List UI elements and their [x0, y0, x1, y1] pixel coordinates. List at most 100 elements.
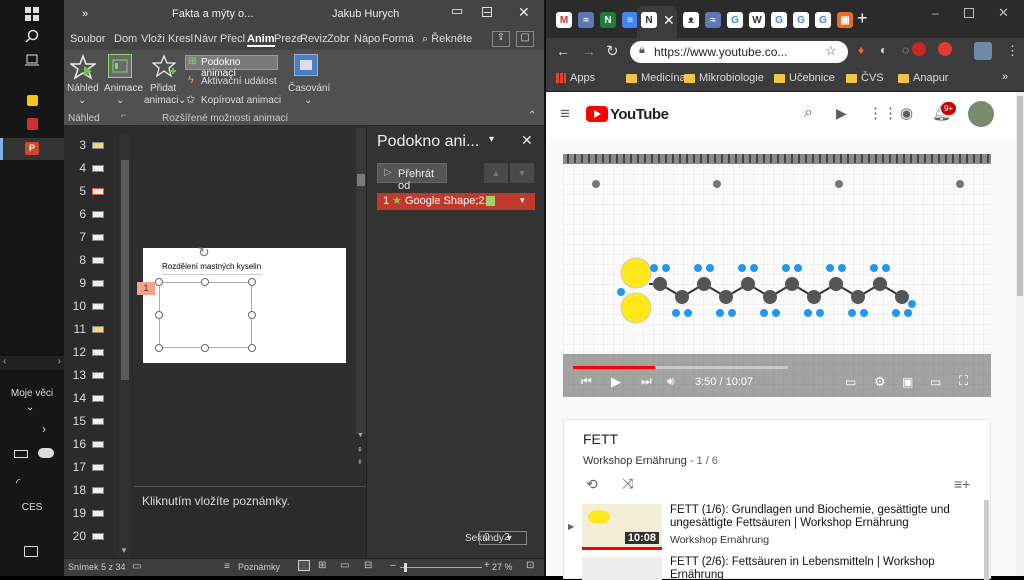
spellcheck-icon[interactable]: ▭	[132, 561, 141, 572]
chevron-right-icon[interactable]: ›	[42, 422, 46, 436]
slide-number[interactable]: 10	[68, 299, 86, 313]
fit-slide-icon[interactable]: ⊡	[526, 560, 534, 571]
close-tab-icon[interactable]: ✕	[663, 12, 675, 29]
timing-icon[interactable]	[294, 54, 318, 76]
animation-gallery-label[interactable]: Animace	[104, 83, 143, 94]
next-icon[interactable]: ⏭︎	[641, 374, 652, 389]
tab-navrh[interactable]: Návr	[194, 33, 217, 45]
move-up-icon[interactable]: ▲	[484, 163, 508, 183]
rotate-handle-icon[interactable]: ↻	[198, 244, 210, 261]
settings-gear-icon[interactable]: ⚙︎	[874, 374, 886, 390]
more-bookmarks-icon[interactable]: »	[1002, 71, 1008, 83]
timing-button-label[interactable]: Časování	[288, 83, 330, 94]
close-icon[interactable]: ✕	[518, 4, 530, 21]
slide-number[interactable]: 6	[68, 207, 86, 221]
slide-thumbnail[interactable]	[92, 188, 104, 195]
slide-thumbnail[interactable]	[92, 441, 104, 448]
zoom-out-icon[interactable]: –	[390, 560, 396, 571]
youtube-logo-icon[interactable]	[586, 106, 608, 122]
fullscreen-icon[interactable]: ⛶	[959, 373, 968, 389]
slide-thumbnail[interactable]	[92, 464, 104, 471]
slide-number[interactable]: 20	[68, 529, 86, 543]
wikipedia-tab-icon[interactable]: W	[749, 12, 765, 28]
avatar[interactable]	[968, 101, 994, 127]
bookmark-medicina[interactable]: Medicína	[626, 72, 686, 84]
bookmark-apps[interactable]: Apps	[556, 72, 595, 84]
group-launcher-icon[interactable]: ⌐	[121, 110, 126, 120]
normal-view-icon[interactable]	[298, 560, 310, 571]
notes-icon[interactable]: ≡	[224, 561, 230, 572]
list-item[interactable]: FETT (2/6): Fettsäuren in Lebensmitteln …	[564, 555, 992, 580]
extension-icon-4[interactable]	[912, 42, 926, 56]
acrobat-icon[interactable]	[22, 114, 42, 134]
reload-icon[interactable]: ↻	[606, 42, 619, 60]
maximize-icon[interactable]	[964, 8, 974, 18]
wifi-icon[interactable]: ◜	[16, 476, 20, 489]
battery-icon[interactable]	[14, 450, 28, 458]
tell-me-search[interactable]: ⌕ Řekněte	[422, 33, 472, 46]
hamburger-menu-icon[interactable]: ≡	[560, 104, 570, 124]
video-thumbnail[interactable]: 10:08	[582, 504, 662, 550]
slide-number[interactable]: 5	[68, 184, 86, 198]
list-item[interactable]: ▶︎ 10:08 FETT (1/6): Grundlagen und Bioc…	[564, 500, 992, 552]
slide-number[interactable]: 17	[68, 460, 86, 474]
slideshow-icon[interactable]: ⊟	[364, 560, 372, 571]
save-playlist-icon[interactable]: ≡+	[954, 476, 970, 492]
ribbon-toggle-icon[interactable]: »	[82, 8, 88, 20]
thumbnails-scrollbar[interactable]: ▼	[119, 134, 131, 558]
language-indicator[interactable]: CES	[0, 502, 64, 513]
slide-title[interactable]: Rozdělení mastných kyselin	[162, 262, 261, 271]
slide-thumbnail[interactable]	[92, 326, 104, 333]
maximize-icon[interactable]	[482, 7, 492, 17]
slide-number[interactable]: 14	[68, 391, 86, 405]
new-tab-icon[interactable]: +	[857, 8, 868, 29]
tab-icon-3[interactable]: N	[600, 12, 616, 28]
tab-icon-7[interactable]: ≈	[705, 12, 721, 28]
forward-icon[interactable]: →	[582, 43, 596, 59]
url-text[interactable]: https://www.youtube.co...	[654, 45, 787, 59]
tab-vlozeni[interactable]: Vloži	[141, 33, 165, 45]
slide-thumbnail[interactable]	[92, 349, 104, 356]
powerpoint-taskbar-item[interactable]: P	[0, 138, 64, 160]
slide-thumbnail[interactable]	[92, 234, 104, 241]
slide-number[interactable]: 19	[68, 506, 86, 520]
editor-scrollbar[interactable]: ▼ ⇞ ⇟	[356, 128, 366, 466]
address-bar[interactable]: 🔒︎ https://www.youtube.co... ☆	[630, 41, 848, 63]
playlist-title[interactable]: FETT	[583, 431, 618, 447]
slide-thumbnail[interactable]	[92, 303, 104, 310]
windows-start-icon[interactable]	[22, 4, 42, 24]
search-icon[interactable]: ⌕	[804, 104, 813, 122]
add-animation-label-1[interactable]: Přidat	[150, 83, 176, 94]
tab-kresleni[interactable]: Kresl	[168, 33, 193, 45]
bookmark-mikrobiologie[interactable]: Mikrobiologie	[684, 72, 764, 84]
google-tab-icon-3[interactable]: G	[793, 12, 809, 28]
extension-icon-3[interactable]: ◌	[902, 43, 909, 57]
slide-number[interactable]: 12	[68, 345, 86, 359]
close-pane-icon[interactable]: ✕	[521, 132, 533, 149]
animation-painter-button[interactable]: Kopírovat animaci	[201, 95, 281, 106]
action-center-icon[interactable]	[24, 546, 38, 557]
docs-tab-icon[interactable]: ≡	[622, 12, 638, 28]
video-thumbnail[interactable]	[582, 557, 662, 580]
slide-counter[interactable]: Snímek 5 z 34	[68, 562, 126, 572]
bookmark-ucebnice[interactable]: Učebnice	[774, 72, 835, 84]
zoom-in-icon[interactable]: +	[484, 560, 490, 571]
animation-list-item[interactable]: 1 ★ Google Shape;2... ▾	[377, 193, 535, 210]
bookmark-anapur[interactable]: Anapur	[898, 72, 948, 84]
cloud-icon[interactable]	[38, 448, 54, 458]
gmail-tab-icon[interactable]: M	[556, 12, 572, 28]
add-animation-label-2[interactable]: animaci	[144, 95, 178, 106]
zoom-slider[interactable]	[400, 563, 482, 572]
shuffle-icon[interactable]: ⤨	[622, 475, 633, 492]
add-animation-star-icon[interactable]	[151, 54, 177, 78]
animation-gallery-icon[interactable]	[108, 54, 132, 78]
tab-icon-13[interactable]: ▣	[837, 12, 853, 28]
slide-number[interactable]: 15	[68, 414, 86, 428]
slide-thumbnail[interactable]	[92, 211, 104, 218]
slide-number[interactable]: 11	[68, 322, 86, 336]
subtitles-icon[interactable]: ▭	[845, 375, 856, 389]
selected-shape[interactable]	[159, 282, 252, 348]
tab-soubor[interactable]: Soubor	[70, 33, 105, 45]
moje-veci-label[interactable]: Moje věci	[0, 388, 64, 399]
google-tab-icon-2[interactable]: G	[771, 12, 787, 28]
